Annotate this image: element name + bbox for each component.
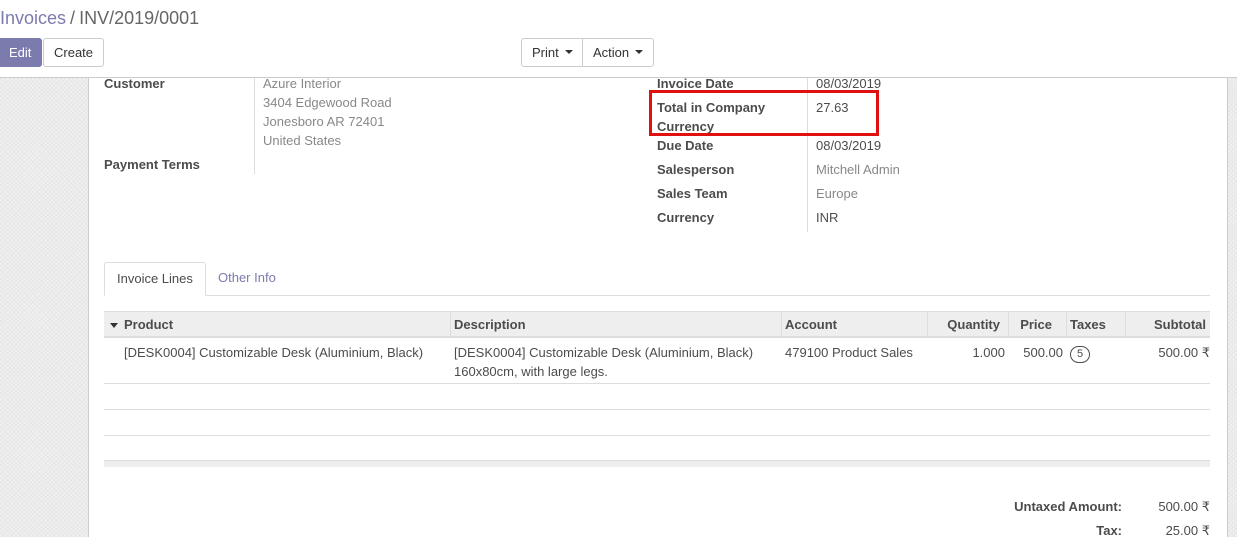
customer-name-link[interactable]: Azure Interior xyxy=(263,76,341,91)
breadcrumb-invoices-link[interactable]: Invoices xyxy=(0,8,66,28)
edit-button[interactable]: Edit xyxy=(0,38,43,67)
table-footer xyxy=(104,460,1210,467)
untaxed-amount-label: Untaxed Amount: xyxy=(1014,499,1122,514)
cell-quantity: 1.000 xyxy=(972,345,1005,360)
salesperson-label: Salesperson xyxy=(657,162,735,177)
tab-other-info[interactable]: Other Info xyxy=(206,262,288,295)
customer-address-line1: 3404 Edgewood Road xyxy=(263,95,392,110)
form-view-background: Customer Azure Interior 3404 Edgewood Ro… xyxy=(0,76,1237,538)
table-row-empty[interactable] xyxy=(104,384,1210,410)
print-dropdown-button[interactable]: Print xyxy=(521,38,584,67)
cell-account: 479100 Product Sales xyxy=(785,345,913,360)
field-divider xyxy=(254,78,255,174)
column-header-taxes[interactable]: Taxes xyxy=(1066,312,1109,337)
tab-invoice-lines[interactable]: Invoice Lines xyxy=(104,262,206,296)
caret-down-icon xyxy=(635,49,644,54)
table-row-empty[interactable] xyxy=(104,410,1210,436)
currency-value: INR xyxy=(816,210,839,225)
cell-subtotal: 500.00 ₹ xyxy=(1158,345,1210,360)
currency-label: Currency xyxy=(657,210,715,225)
invoice-form-sheet: Customer Azure Interior 3404 Edgewood Ro… xyxy=(88,76,1228,538)
payment-terms-label: Payment Terms xyxy=(104,157,200,172)
column-header-price[interactable]: Price xyxy=(1008,312,1066,337)
breadcrumb: Invoices / INV/2019/0001 xyxy=(0,8,199,29)
create-button[interactable]: Create xyxy=(43,38,105,67)
cell-product: [DESK0004] Customizable Desk (Aluminium,… xyxy=(124,345,424,360)
tax-label: Tax: xyxy=(1096,523,1122,538)
column-header-subtotal[interactable]: Subtotal xyxy=(1125,312,1210,337)
cell-description-line1: [DESK0004] Customizable Desk (Aluminium,… xyxy=(454,345,754,360)
cell-price: 500.00 xyxy=(1023,345,1063,360)
customer-label: Customer xyxy=(104,76,165,91)
table-row[interactable]: [DESK0004] Customizable Desk (Aluminium,… xyxy=(104,338,1210,384)
column-header-product[interactable]: Product xyxy=(121,312,176,337)
print-label: Print xyxy=(532,45,559,60)
untaxed-amount-value: 500.00 ₹ xyxy=(1158,499,1210,514)
table-header: Product Description Account Quantity Pri… xyxy=(104,311,1210,338)
notebook-tabs: Invoice Lines Other Info xyxy=(104,262,1210,296)
tax-badge: 5 xyxy=(1070,346,1090,363)
salesperson-link[interactable]: Mitchell Admin xyxy=(816,162,900,177)
breadcrumb-current: INV/2019/0001 xyxy=(79,8,200,28)
cell-taxes: 5 xyxy=(1070,343,1090,363)
customer-address-line2: Jonesboro AR 72401 xyxy=(263,114,385,129)
column-header-quantity[interactable]: Quantity xyxy=(927,312,1008,337)
invoice-date-label: Invoice Date xyxy=(657,76,734,91)
sales-team-label: Sales Team xyxy=(657,186,728,201)
sales-team-link[interactable]: Europe xyxy=(816,186,858,201)
customer-country: United States xyxy=(263,133,342,148)
due-date-value: 08/03/2019 xyxy=(816,138,882,153)
sort-caret-icon[interactable] xyxy=(110,323,118,328)
action-label: Action xyxy=(593,45,630,60)
invoice-date-value: 08/03/2019 xyxy=(816,76,882,91)
control-panel: Invoices / INV/2019/0001 Edit Create Print… xyxy=(0,0,1237,78)
highlight-annotation-box xyxy=(649,90,879,136)
table-row-empty[interactable] xyxy=(104,436,1210,460)
action-dropdown-button[interactable]: Action xyxy=(582,38,655,67)
column-header-account[interactable]: Account xyxy=(781,312,840,337)
breadcrumb-separator: / xyxy=(70,8,76,28)
cell-description-line2: 160x80cm, with large legs. xyxy=(454,364,608,379)
column-header-description[interactable]: Description xyxy=(450,312,529,337)
due-date-label: Due Date xyxy=(657,138,714,153)
caret-down-icon xyxy=(564,49,573,54)
